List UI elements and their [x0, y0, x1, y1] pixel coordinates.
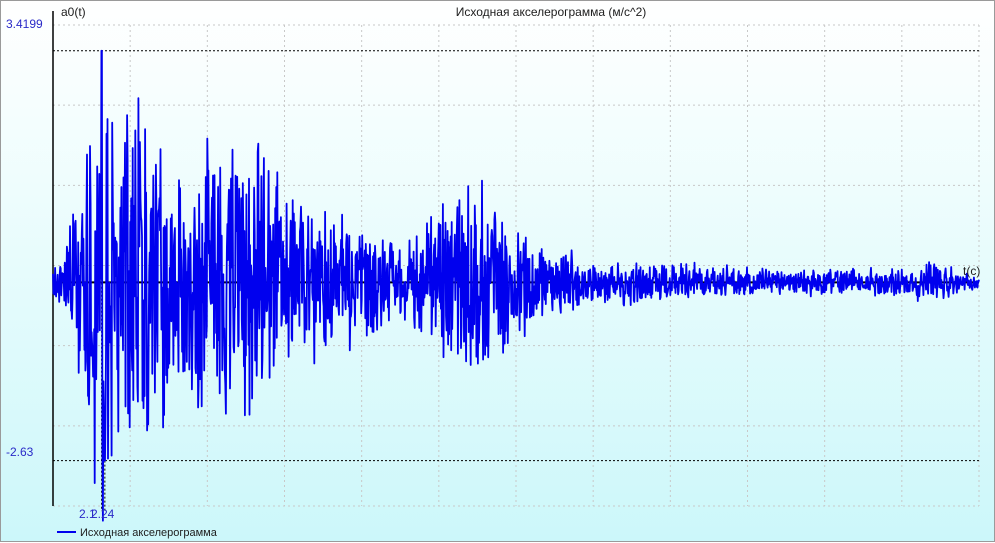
- x-axis-label: t(с): [963, 264, 980, 278]
- chart-svg: Исходная акселерограмма (м/с^2) a0(t) t(…: [6, 5, 980, 539]
- y-max-label: 3.4199: [6, 17, 43, 31]
- chart-title: Исходная акселерограмма (м/с^2): [456, 5, 647, 19]
- legend: Исходная акселерограмма: [57, 527, 218, 539]
- legend-label: Исходная акселерограмма: [80, 527, 218, 539]
- x-marker-label-2: 2.24: [91, 507, 115, 521]
- y-min-label: -2.63: [6, 445, 34, 459]
- chart-frame: Исходная акселерограмма (м/с^2) a0(t) t(…: [0, 0, 995, 542]
- y-axis-label: a0(t): [61, 5, 86, 19]
- grid: [52, 24, 980, 507]
